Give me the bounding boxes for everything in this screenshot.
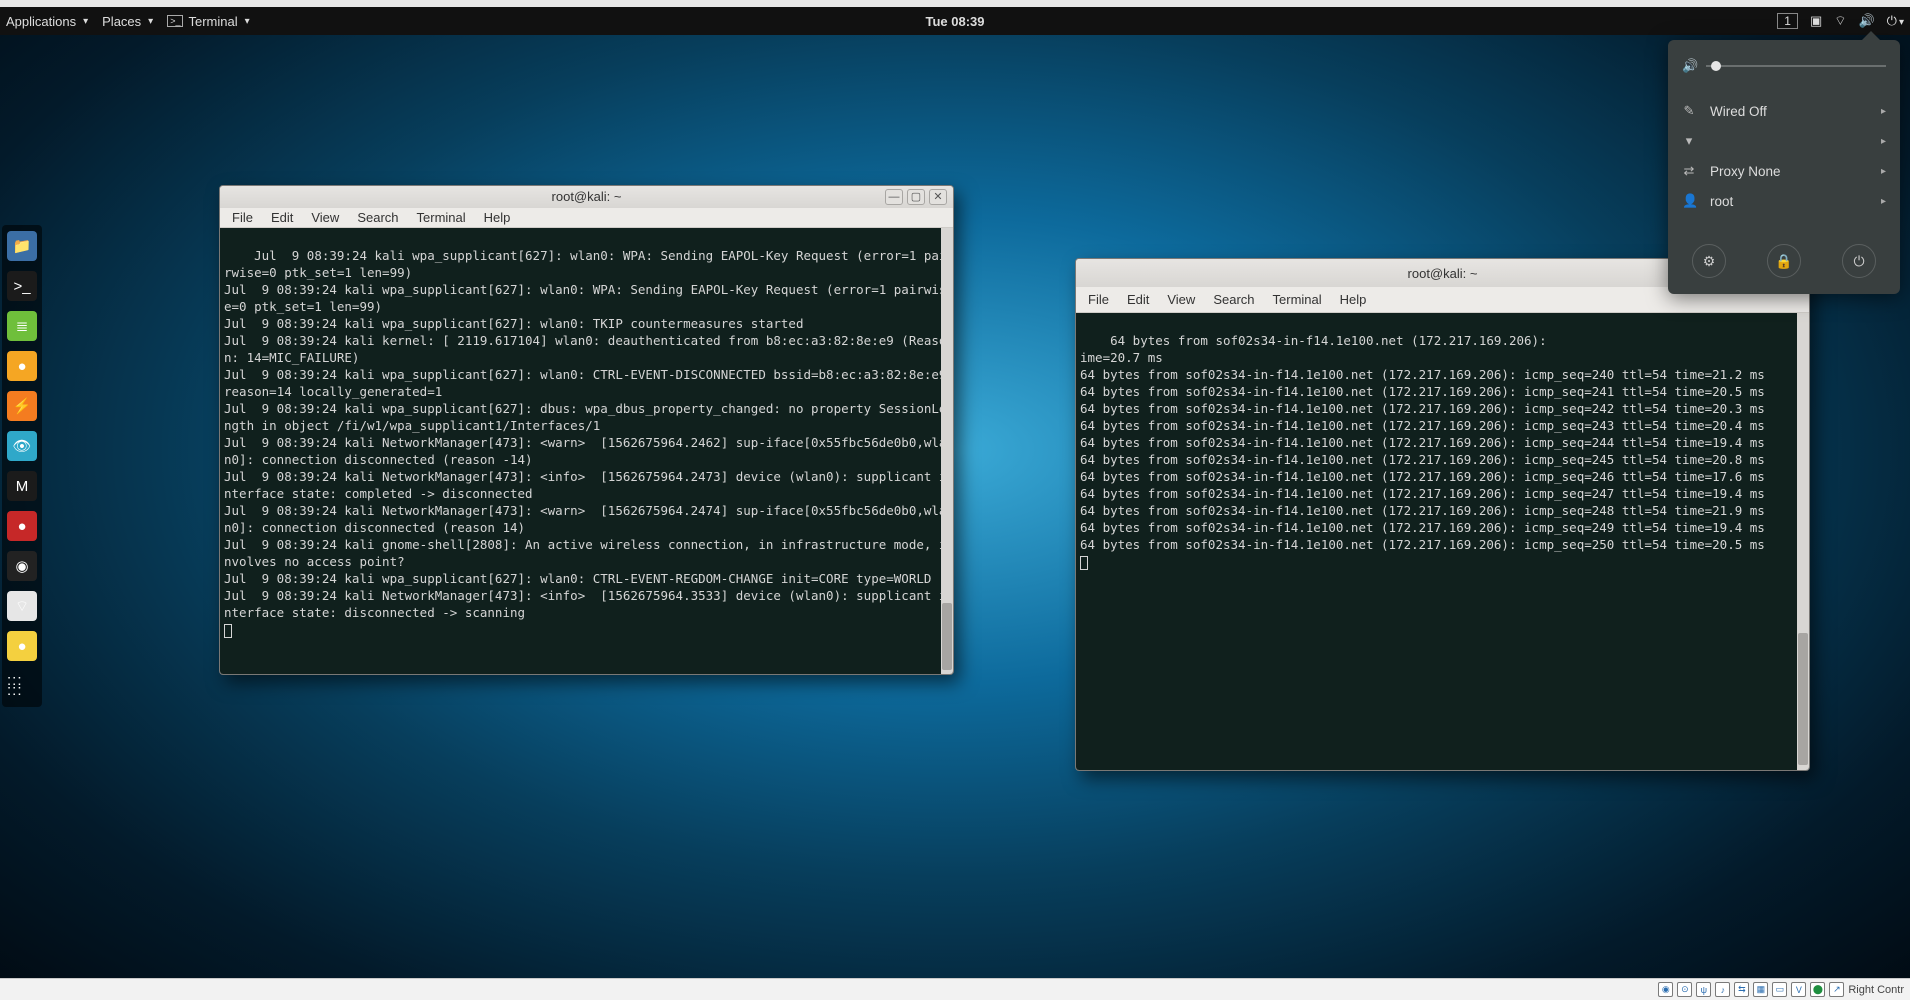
volume-status-icon[interactable]: 🔊 xyxy=(1858,13,1874,29)
clock[interactable]: Tue 08:39 xyxy=(925,14,984,29)
maximize-button[interactable]: ▢ xyxy=(907,189,925,205)
vm-shared-icon[interactable]: ▦ xyxy=(1753,982,1768,997)
vm-net-icon[interactable]: ⇆ xyxy=(1734,982,1749,997)
chevron-right-icon: ▸ xyxy=(1881,136,1886,147)
popover-row-2[interactable]: ⇄ Proxy None ▸ xyxy=(1682,156,1886,186)
vm-disk-icon[interactable]: ◉ xyxy=(1658,982,1673,997)
terminal-window-1[interactable]: root@kali: ~ — ▢ ✕ File Edit View Search Ter… xyxy=(219,185,954,675)
chevron-right-icon: ▸ xyxy=(1881,106,1886,117)
close-button[interactable]: ✕ xyxy=(929,189,947,205)
obs-icon[interactable]: ◉ xyxy=(7,551,37,581)
top-panel: Applications Places >_ Terminal Tue 08:3… xyxy=(0,7,1910,35)
chevron-right-icon: ▸ xyxy=(1881,166,1886,177)
menu-item-search[interactable]: Search xyxy=(1213,292,1254,307)
recon-icon[interactable]: 👁 xyxy=(7,431,37,461)
vm-display-icon[interactable]: ▭ xyxy=(1772,982,1787,997)
terminal-text-2: 64 bytes from sof02s34-in-f14.1e100.net … xyxy=(1080,333,1765,552)
notes-icon[interactable]: ≣ xyxy=(7,311,37,341)
cherries-icon[interactable]: ● xyxy=(7,511,37,541)
dock: 📁>_≣●⚡👁M●◉⌔●::: ::: xyxy=(2,225,42,707)
active-app-label: Terminal xyxy=(188,14,237,29)
cursor-2 xyxy=(1080,556,1088,570)
title-1: root@kali: ~ xyxy=(552,189,622,204)
volume-slider[interactable] xyxy=(1706,65,1886,67)
terminal-window-2[interactable]: root@kali: ~ — ▢ ✕ FileEditViewSearchTer… xyxy=(1075,258,1810,771)
titlebar-1[interactable]: root@kali: ~ — ▢ ✕ xyxy=(220,186,953,208)
menu-item-edit[interactable]: Edit xyxy=(1127,292,1149,307)
popover-row-icon: ✎ xyxy=(1682,103,1696,119)
workspace-indicator[interactable]: 1 xyxy=(1777,13,1798,29)
terminal-body-2[interactable]: 64 bytes from sof02s34-in-f14.1e100.net … xyxy=(1076,313,1809,770)
host-chrome-stub xyxy=(0,0,1910,7)
popover-row-label: root xyxy=(1710,194,1733,209)
record-icon[interactable]: ▣ xyxy=(1810,13,1822,29)
menu-item-view[interactable]: View xyxy=(1167,292,1195,307)
vm-mouse-icon[interactable]: ↗ xyxy=(1829,982,1844,997)
scrollbar-1[interactable] xyxy=(941,228,953,674)
power-status-icon[interactable]: ⏻ xyxy=(1887,13,1904,29)
scrollbar-thumb-1[interactable] xyxy=(942,603,952,670)
menu-item-view[interactable]: View xyxy=(311,210,339,225)
vm-cd-icon[interactable]: ⊙ xyxy=(1677,982,1692,997)
menu-item-terminal[interactable]: Terminal xyxy=(417,210,466,225)
terminal-glyph-icon: >_ xyxy=(167,15,183,27)
terminal-body-1[interactable]: Jul 9 08:39:24 kali wpa_supplicant[627]:… xyxy=(220,228,953,674)
system-menu-popover: 🔊 ✎Wired Off▸▾▸⇄Proxy None▸👤root▸ ⚙ 🔒 ⏻ xyxy=(1668,40,1900,294)
scrollbar-2[interactable] xyxy=(1797,313,1809,770)
volume-icon: 🔊 xyxy=(1682,58,1696,74)
menubar-1: File Edit View Search Terminal Help xyxy=(220,208,953,228)
vm-cam-icon[interactable]: V xyxy=(1791,982,1806,997)
power-button[interactable]: ⏻ xyxy=(1842,244,1876,278)
metasploit-icon[interactable]: M xyxy=(7,471,37,501)
volume-slider-thumb[interactable] xyxy=(1711,61,1721,71)
minimize-button[interactable]: — xyxy=(885,189,903,205)
wifi-status-icon[interactable]: ⌔ xyxy=(1834,13,1846,29)
popover-row-0[interactable]: ✎ Wired Off ▸ xyxy=(1682,96,1886,126)
popover-row-icon: 👤 xyxy=(1682,193,1696,209)
menu-item-file[interactable]: File xyxy=(232,210,253,225)
menu-item-help[interactable]: Help xyxy=(1340,292,1367,307)
places-menu[interactable]: Places xyxy=(102,14,153,29)
popover-row-label: Wired Off xyxy=(1710,104,1767,119)
applications-menu[interactable]: Applications xyxy=(6,14,88,29)
vm-audio-icon[interactable]: ♪ xyxy=(1715,982,1730,997)
cursor-1 xyxy=(224,624,232,638)
menu-item-file[interactable]: File xyxy=(1088,292,1109,307)
popover-row-label: Proxy None xyxy=(1710,164,1781,179)
title-2: root@kali: ~ xyxy=(1408,266,1478,281)
burp-icon[interactable]: ⚡ xyxy=(7,391,37,421)
settings-button[interactable]: ⚙ xyxy=(1692,244,1726,278)
apps-icon[interactable]: ::: ::: xyxy=(7,671,37,701)
vm-usb-icon[interactable]: ψ xyxy=(1696,982,1711,997)
vm-rec-icon[interactable]: ⬤ xyxy=(1810,982,1825,997)
scrollbar-thumb-2[interactable] xyxy=(1798,633,1808,766)
lock-button[interactable]: 🔒 xyxy=(1767,244,1801,278)
bulb-icon[interactable]: ● xyxy=(7,631,37,661)
popover-row-3[interactable]: 👤 root ▸ xyxy=(1682,186,1886,216)
menu-item-search[interactable]: Search xyxy=(357,210,398,225)
volume-row: 🔊 xyxy=(1682,58,1886,74)
popover-row-icon: ⇄ xyxy=(1682,163,1696,179)
terminal-icon[interactable]: >_ xyxy=(7,271,37,301)
popover-row-icon: ▾ xyxy=(1682,133,1696,149)
menu-item-help[interactable]: Help xyxy=(484,210,511,225)
chevron-right-icon: ▸ xyxy=(1881,196,1886,207)
host-key-label: Right Contr xyxy=(1848,984,1904,996)
active-app-menu[interactable]: >_ Terminal xyxy=(167,14,249,29)
menu-item-terminal[interactable]: Terminal xyxy=(1273,292,1322,307)
terminal-text-1: Jul 9 08:39:24 kali wpa_supplicant[627]:… xyxy=(224,248,954,620)
popover-row-1[interactable]: ▾▸ xyxy=(1682,126,1886,156)
vm-status-bar: ◉ ⊙ ψ ♪ ⇆ ▦ ▭ V ⬤ ↗ Right Contr xyxy=(0,978,1910,1000)
files-icon[interactable]: 📁 xyxy=(7,231,37,261)
firefox-icon[interactable]: ● xyxy=(7,351,37,381)
wifi-icon[interactable]: ⌔ xyxy=(7,591,37,621)
menu-item-edit[interactable]: Edit xyxy=(271,210,293,225)
